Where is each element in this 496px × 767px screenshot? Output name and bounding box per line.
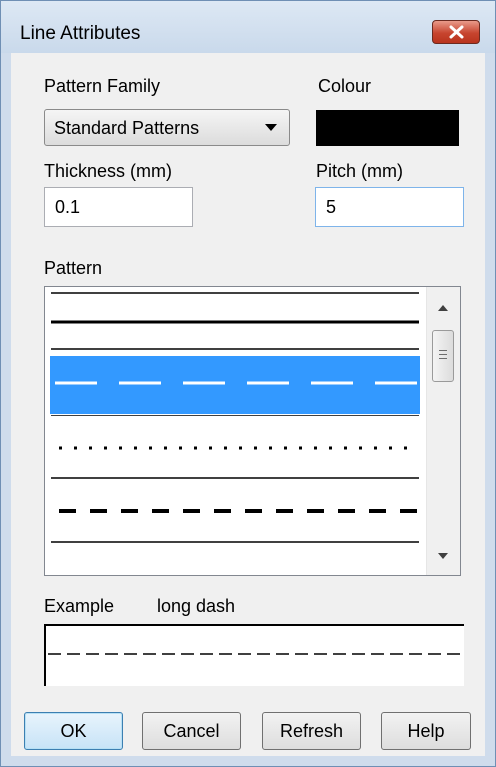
pattern-family-value: Standard Patterns [54, 118, 200, 138]
colour-swatch[interactable] [316, 110, 459, 146]
pattern-item-dashed[interactable] [45, 479, 425, 543]
cancel-button[interactable]: Cancel [142, 712, 241, 750]
grip-line [439, 358, 447, 359]
help-button[interactable]: Help [381, 712, 471, 750]
ok-button[interactable]: OK [24, 712, 123, 750]
pattern-item-solid-thin[interactable] [45, 287, 425, 351]
pattern-swatch [51, 292, 419, 350]
thickness-field-box [44, 187, 193, 227]
pitch-label: Pitch (mm) [316, 161, 403, 181]
pattern-item-long-dash[interactable] [45, 351, 425, 415]
example-pattern-name: long dash [157, 596, 236, 616]
dialog-title: Line Attributes [20, 23, 141, 44]
title-bar: Line Attributes [1, 1, 495, 53]
scroll-up-arrow-icon[interactable] [438, 305, 448, 311]
thickness-label: Thickness (mm) [44, 161, 173, 181]
pattern-family-label: Pattern Family [44, 76, 161, 96]
pattern-list-scrollbar[interactable] [426, 287, 460, 575]
example-line [48, 653, 464, 655]
dropdown-arrow-icon [265, 124, 277, 131]
pattern-swatch [55, 381, 419, 385]
scroll-down-arrow-icon[interactable] [438, 553, 448, 559]
example-preview [44, 624, 464, 686]
pattern-label: Pattern [44, 258, 103, 278]
pattern-family-dropdown[interactable]: Standard Patterns [44, 109, 290, 146]
line-attributes-dialog: Line Attributes Pattern Family Standard … [0, 0, 496, 767]
grip-line [439, 350, 447, 351]
pattern-swatch [51, 415, 419, 479]
pattern-item-dotted[interactable] [45, 415, 425, 479]
colour-label: Colour [318, 76, 372, 96]
pitch-field[interactable] [316, 188, 463, 226]
refresh-button[interactable]: Refresh [262, 712, 361, 750]
scrollbar-thumb[interactable] [432, 330, 454, 382]
pattern-swatch [51, 509, 419, 543]
close-icon [449, 25, 464, 39]
close-button[interactable] [432, 20, 480, 44]
dialog-content: Pattern Family Standard Patterns Colour … [11, 53, 485, 756]
pattern-list[interactable] [44, 286, 461, 576]
grip-line [439, 354, 447, 355]
pitch-field-box [315, 187, 464, 227]
example-label: Example [44, 596, 115, 616]
thickness-field[interactable] [45, 188, 192, 226]
